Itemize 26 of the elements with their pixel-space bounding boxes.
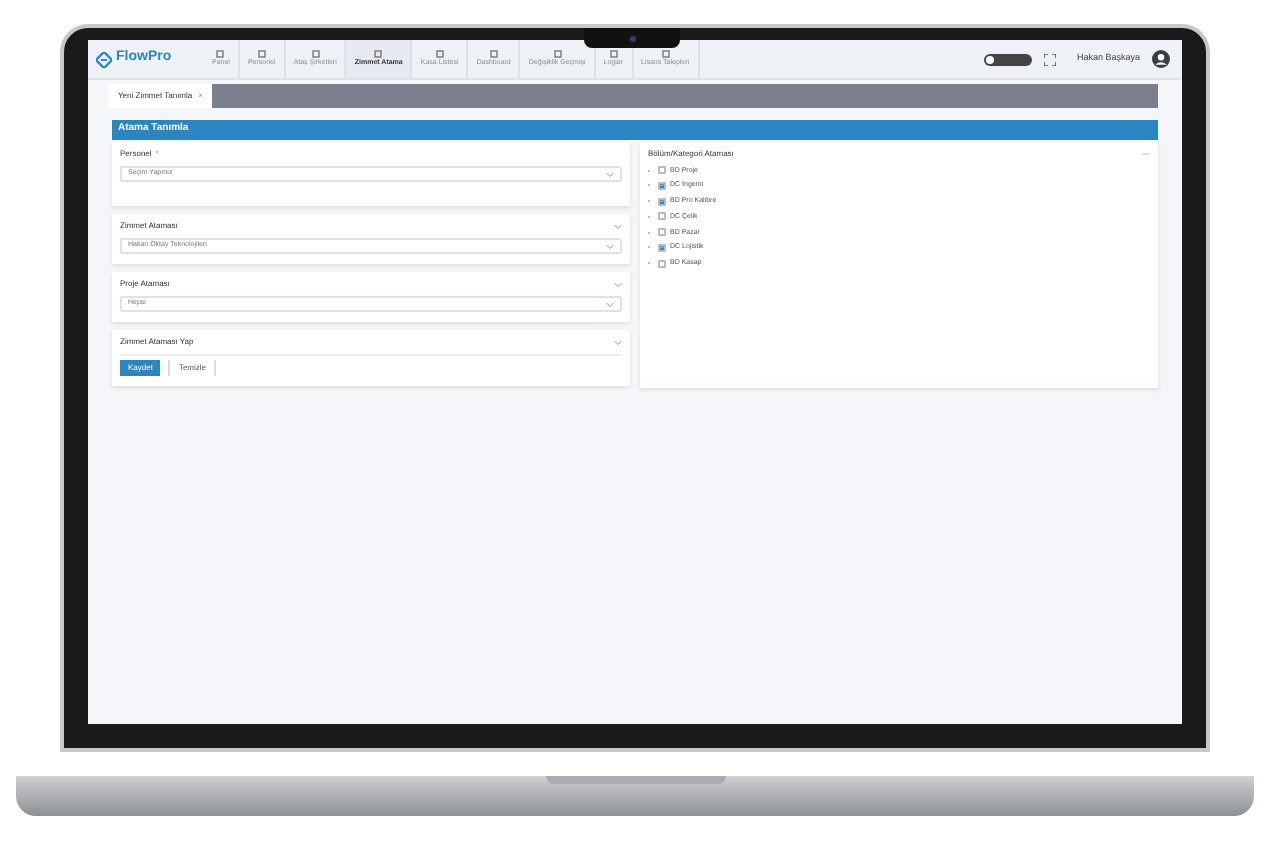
checkbox[interactable]	[658, 166, 666, 175]
checkbox[interactable]	[658, 212, 666, 221]
checkbox[interactable]	[658, 259, 666, 268]
square-icon	[216, 50, 225, 59]
chevron-icon	[614, 223, 622, 229]
square-icon	[489, 50, 498, 59]
chevron-icon	[606, 243, 614, 249]
toggle-switch[interactable]	[984, 53, 1033, 65]
square-icon	[311, 50, 320, 59]
checkbox[interactable]	[658, 243, 666, 252]
checkbox[interactable]	[658, 228, 666, 237]
chevron-icon	[606, 171, 614, 177]
square-icon	[661, 50, 670, 59]
logo-icon	[96, 51, 112, 67]
chevron-icon	[614, 339, 622, 345]
fullscreen-icon[interactable]	[1044, 53, 1057, 65]
square-icon	[374, 50, 383, 59]
square-icon	[553, 50, 562, 59]
chevron-icon	[614, 281, 622, 287]
square-icon	[609, 50, 618, 59]
chevron-icon	[606, 301, 614, 307]
checkbox[interactable]	[658, 197, 666, 206]
checkbox[interactable]	[658, 181, 666, 190]
square-icon	[257, 50, 266, 59]
square-icon	[435, 50, 444, 59]
avatar-icon[interactable]	[1152, 50, 1170, 68]
